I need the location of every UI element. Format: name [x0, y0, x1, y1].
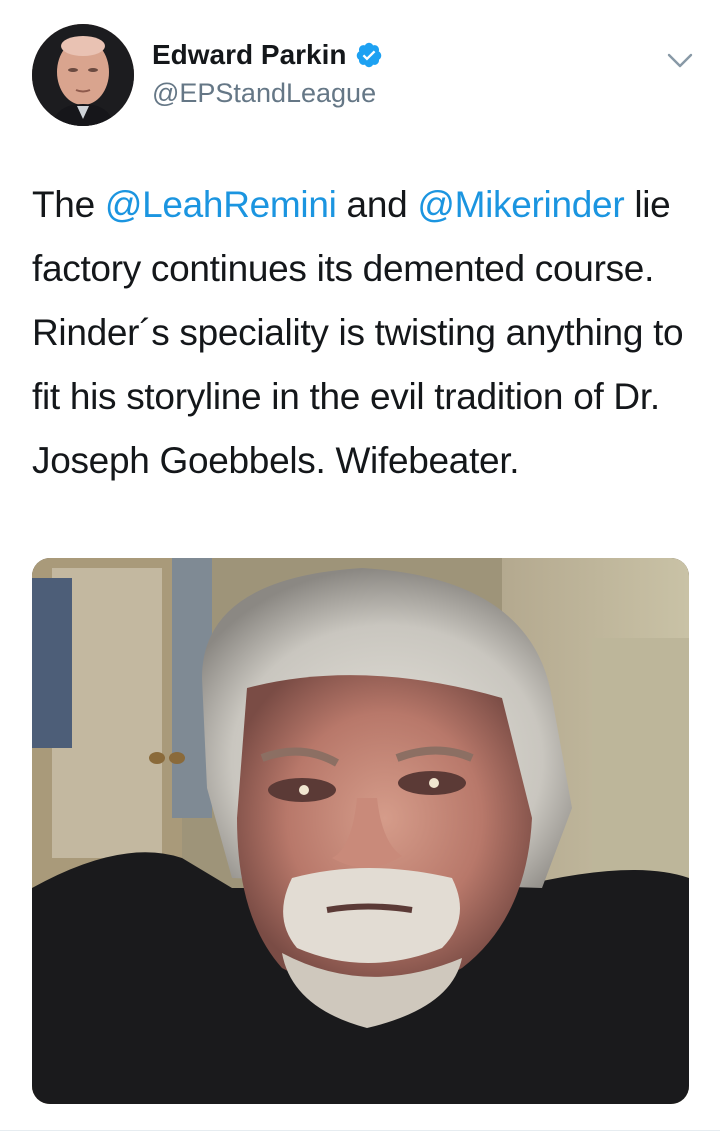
- tweet-text-part: The: [32, 184, 105, 225]
- tweet-text: The @LeahRemini and @Mikerinder lie fact…: [32, 173, 702, 493]
- chevron-down-icon[interactable]: [664, 46, 696, 74]
- media-photo: [32, 558, 689, 1104]
- avatar-photo: [32, 24, 134, 126]
- mention-link-leahremini[interactable]: @LeahRemini: [105, 184, 337, 225]
- avatar[interactable]: [32, 24, 134, 126]
- tweet-text-part: lie factory continues its demented cours…: [32, 184, 684, 481]
- author-handle[interactable]: @EPStandLeague: [152, 76, 376, 110]
- author-display-name[interactable]: Edward Parkin: [152, 38, 347, 72]
- verified-badge-icon: [355, 41, 383, 69]
- tweet-card: Edward Parkin @EPStandLeague The @LeahRe…: [0, 0, 720, 1133]
- tweet-text-part: and: [336, 184, 418, 225]
- author-name-row: Edward Parkin: [152, 38, 383, 72]
- mention-link-mikerinder[interactable]: @Mikerinder: [417, 184, 624, 225]
- divider: [0, 1130, 720, 1131]
- tweet-media-image[interactable]: [32, 558, 689, 1104]
